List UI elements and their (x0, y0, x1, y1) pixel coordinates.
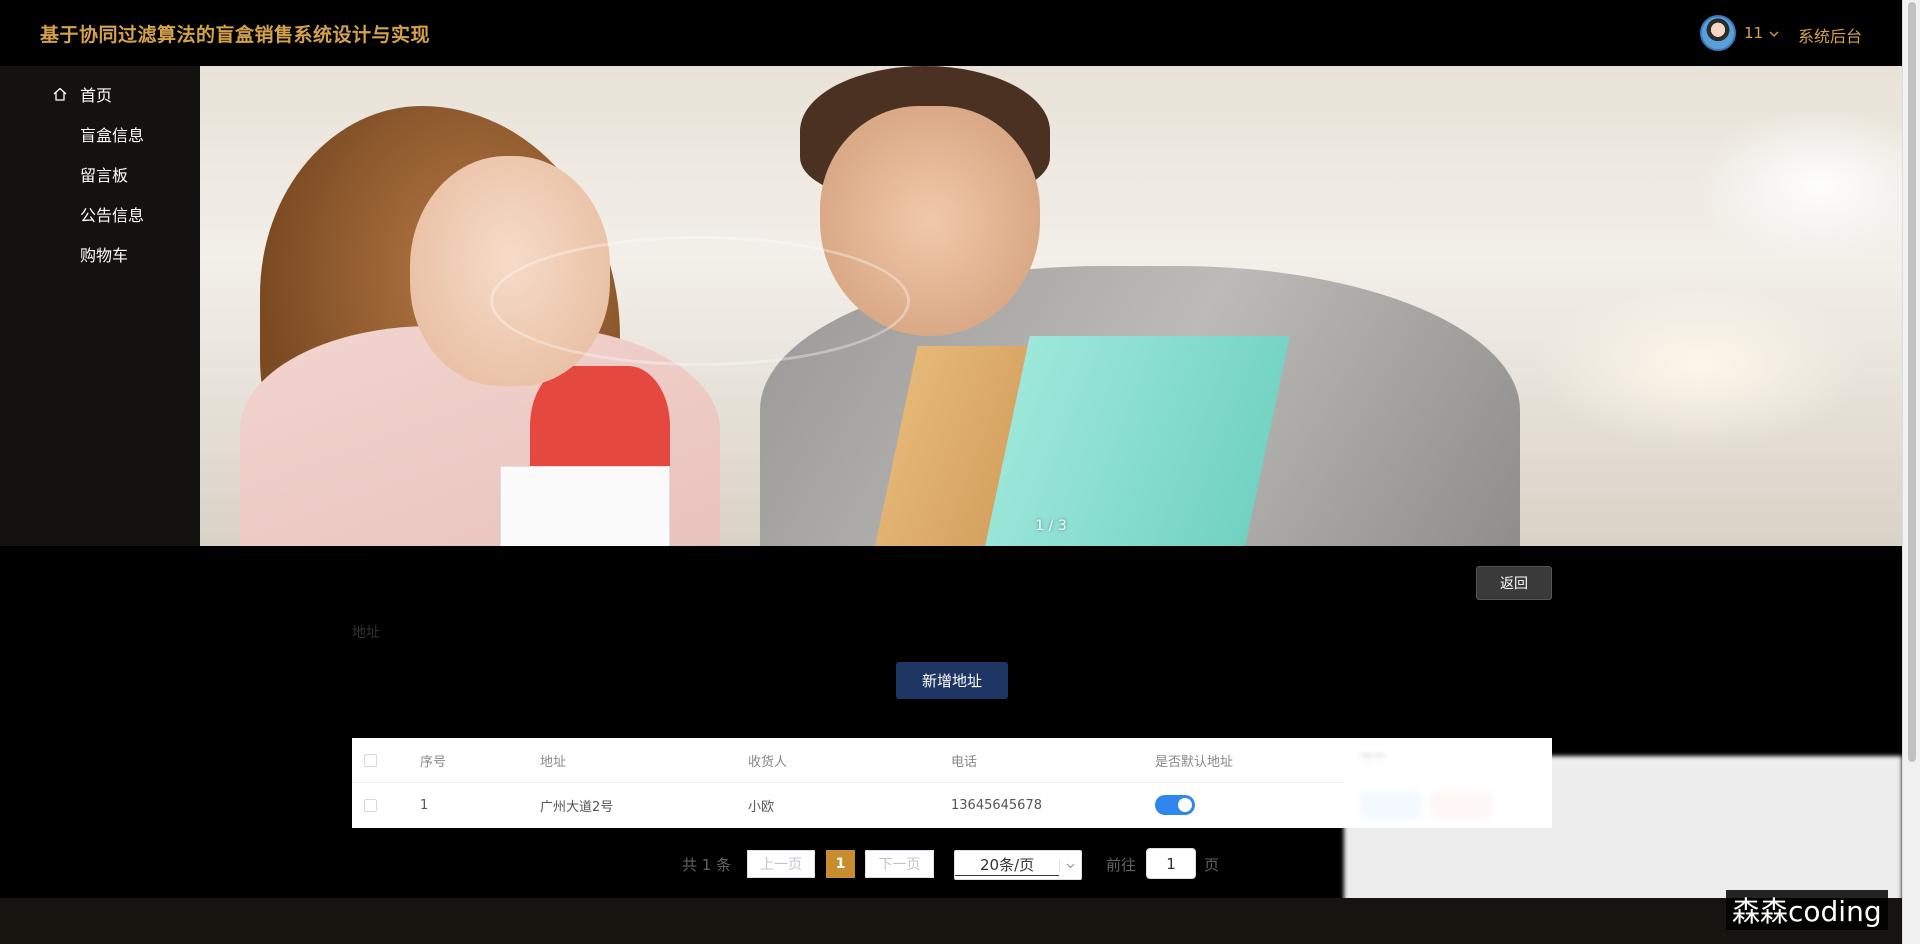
banner-photo-bag-white (500, 466, 670, 546)
back-button[interactable]: 返回 (1476, 566, 1552, 600)
scrollbar-thumb[interactable] (1908, 2, 1916, 762)
sidebar-item-home[interactable]: 首页 (0, 74, 200, 114)
column-header: 是否默认地址 (1155, 754, 1234, 770)
column-header: 地址 (540, 754, 567, 770)
section-label: 地址 (352, 625, 380, 641)
default-address-switch[interactable] (1155, 795, 1195, 815)
app-root: 基于协同过滤算法的盲盒销售系统设计与实现 11 系统后台 首页 盲盒信息 留言板… (0, 0, 1920, 944)
chevron-down-icon[interactable] (1769, 26, 1779, 40)
backend-link[interactable]: 系统后台 (1798, 23, 1862, 47)
sidebar-item-cart[interactable]: 购物车 (0, 234, 200, 274)
prev-page-button[interactable]: 上一页 (747, 850, 815, 878)
cell-receiver: 小欧 (748, 799, 775, 815)
avatar[interactable] (1700, 15, 1736, 51)
goto-label: 前往 (1106, 855, 1137, 874)
goto-page-input[interactable] (1146, 848, 1196, 879)
cell-index: 1 (420, 797, 429, 813)
sidebar-item-messages[interactable]: 留言板 (0, 154, 200, 194)
sidebar: 首页 盲盒信息 留言板 公告信息 购物车 (0, 66, 200, 546)
banner-carousel[interactable]: 1 / 3 (200, 66, 1902, 546)
column-header: 序号 (420, 754, 447, 770)
sidebar-item-announcements[interactable]: 公告信息 (0, 194, 200, 234)
page-scrollbar[interactable] (1902, 0, 1920, 944)
sidebar-item-label: 首页 (80, 86, 113, 105)
switch-knob (1178, 798, 1192, 812)
user-name[interactable]: 11 (1744, 24, 1763, 42)
select-all-cell (364, 738, 377, 782)
cell-default (1155, 783, 1195, 827)
top-header: 基于协同过滤算法的盲盒销售系统设计与实现 11 系统后台 (0, 0, 1902, 66)
sidebar-item-label: 留言板 (80, 166, 129, 185)
row-select-cell (364, 783, 377, 827)
page-number-button[interactable]: 1 (826, 850, 855, 878)
home-icon (50, 86, 70, 102)
next-page-button[interactable]: 下一页 (865, 850, 934, 878)
cell-phone: 13645645678 (951, 797, 1042, 813)
sidebar-item-label: 购物车 (80, 246, 129, 265)
sidebar-item-label: 盲盒信息 (80, 126, 145, 145)
pagination-total: 共 1 条 (682, 855, 732, 874)
sidebar-item-blindbox[interactable]: 盲盒信息 (0, 114, 200, 154)
app-title: 基于协同过滤算法的盲盒销售系统设计与实现 (40, 24, 431, 46)
column-header: 电话 (951, 754, 978, 770)
slide-counter: 1 / 3 (1035, 518, 1067, 534)
add-address-button[interactable]: 新增地址 (896, 662, 1008, 699)
row-checkbox[interactable] (364, 798, 377, 812)
page-size-value: 20条/页 (955, 854, 1060, 876)
chevron-down-icon (1059, 858, 1081, 872)
goto-suffix: 页 (1204, 855, 1220, 874)
cell-address: 广州大道2号 (540, 799, 614, 815)
footer (0, 898, 1902, 944)
user-menu[interactable]: 11 (1700, 15, 1779, 51)
page-size-select[interactable]: 20条/页 (954, 850, 1082, 880)
watermark-credit: 森森coding (1726, 890, 1888, 930)
sidebar-item-label: 公告信息 (80, 206, 145, 225)
column-header: 收货人 (748, 754, 788, 770)
banner-watermark (490, 236, 910, 366)
select-all-checkbox[interactable] (364, 753, 377, 767)
